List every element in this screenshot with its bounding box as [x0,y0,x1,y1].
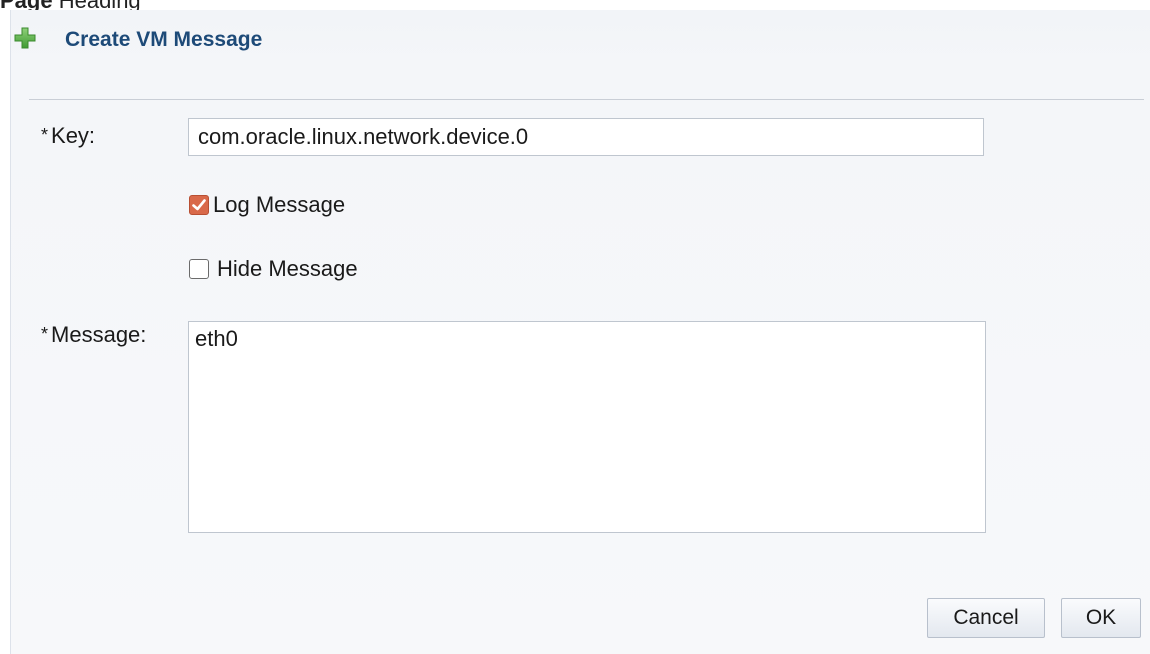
dialog-title: Create VM Message [65,28,263,51]
checkmark-icon [192,199,206,211]
key-label: * Key: [41,123,95,149]
key-label-text: Key: [51,123,96,148]
required-marker: * [41,324,49,344]
message-textarea[interactable]: eth0 [188,321,986,533]
key-input[interactable] [188,118,984,156]
required-marker: * [41,125,49,145]
log-message-checkbox-box[interactable] [189,195,209,215]
message-label-text: Message: [51,322,147,347]
log-message-checkbox[interactable]: Log Message [189,190,345,220]
page: Page Heading Create VM Message * Key: co… [0,0,1150,654]
log-message-label: Log Message [213,192,346,217]
message-label: * Message: [41,322,146,348]
hide-message-checkbox[interactable]: Hide Message [189,254,358,284]
create-vm-message-dialog: Create VM Message *Key: Log Message Hide… [10,10,1150,654]
plus-icon [13,26,37,50]
header-divider [29,99,1144,100]
hide-message-checkbox-box[interactable] [189,259,209,279]
dialog-title-bar: Create VM Message [11,10,1150,70]
cancel-button[interactable]: Cancel [927,598,1045,638]
hide-message-label: Hide Message [217,256,358,281]
ok-button[interactable]: OK [1061,598,1141,638]
